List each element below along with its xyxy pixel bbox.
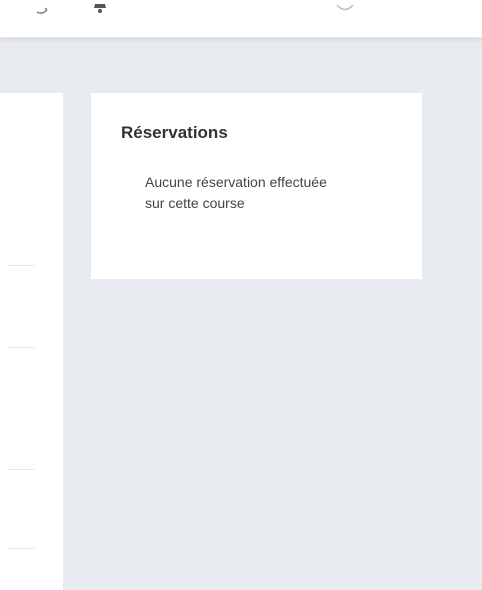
- reservations-card: Réservations Aucune réservation effectué…: [91, 93, 422, 279]
- course-details-panel: [0, 93, 63, 590]
- satellite-dish-icon[interactable]: [36, 2, 48, 21]
- top-navigation-bar: [0, 0, 482, 38]
- row-divider: [8, 469, 34, 470]
- avatar-icon[interactable]: [335, 0, 355, 19]
- row-divider: [8, 265, 34, 266]
- reservations-title: Réservations: [121, 123, 228, 142]
- reservations-empty-message: Aucune réservation effectuée sur cette c…: [145, 174, 327, 211]
- bell-icon[interactable]: [92, 0, 108, 19]
- row-divider: [8, 548, 34, 549]
- row-divider: [8, 347, 34, 348]
